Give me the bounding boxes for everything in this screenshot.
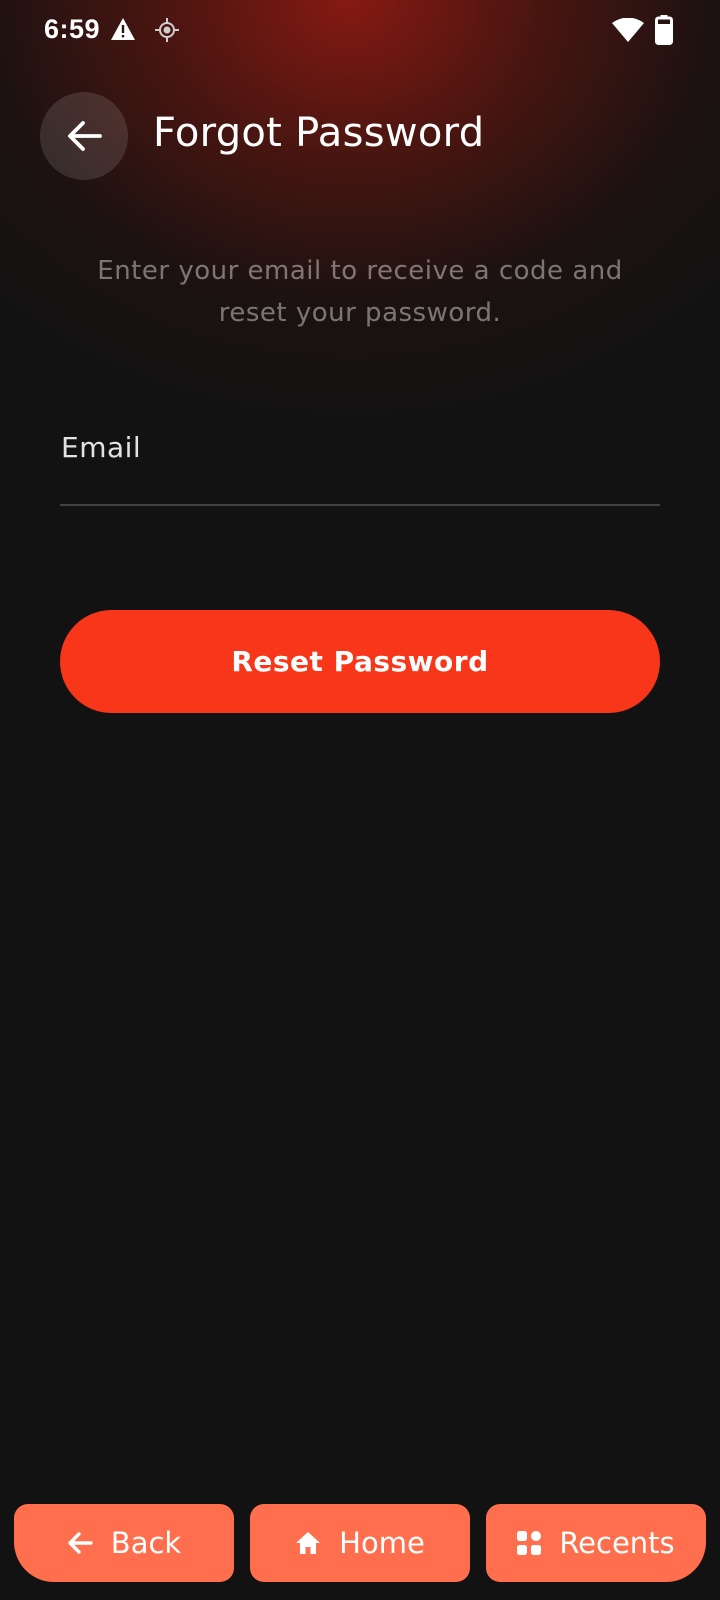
status-time: 6:59 — [44, 14, 101, 44]
status-bar: 6:59 — [0, 0, 720, 62]
warning-icon — [111, 18, 135, 40]
page-title: Forgot Password — [153, 110, 485, 156]
arrow-left-icon — [68, 1532, 93, 1554]
nav-recents-label: Recents — [559, 1526, 675, 1560]
location-target-icon — [155, 18, 179, 42]
email-field[interactable]: Email — [60, 410, 660, 506]
email-underline — [60, 504, 660, 506]
nav-home-button[interactable]: Home — [250, 1504, 470, 1582]
grid-icon — [517, 1531, 542, 1555]
battery-icon — [655, 15, 673, 45]
home-icon — [296, 1532, 321, 1554]
nav-home-label: Home — [339, 1526, 425, 1560]
instructions-text: Enter your email to receive a code and r… — [97, 256, 623, 328]
wifi-icon — [612, 18, 644, 42]
back-button[interactable] — [40, 92, 128, 180]
email-input[interactable] — [60, 410, 660, 504]
nav-back-label: Back — [110, 1526, 182, 1560]
arrow-left-icon — [68, 121, 102, 151]
nav-back-button[interactable]: Back — [14, 1504, 234, 1582]
reset-password-button[interactable]: Reset Password — [60, 610, 660, 713]
nav-recents-button[interactable]: Recents — [486, 1504, 706, 1582]
